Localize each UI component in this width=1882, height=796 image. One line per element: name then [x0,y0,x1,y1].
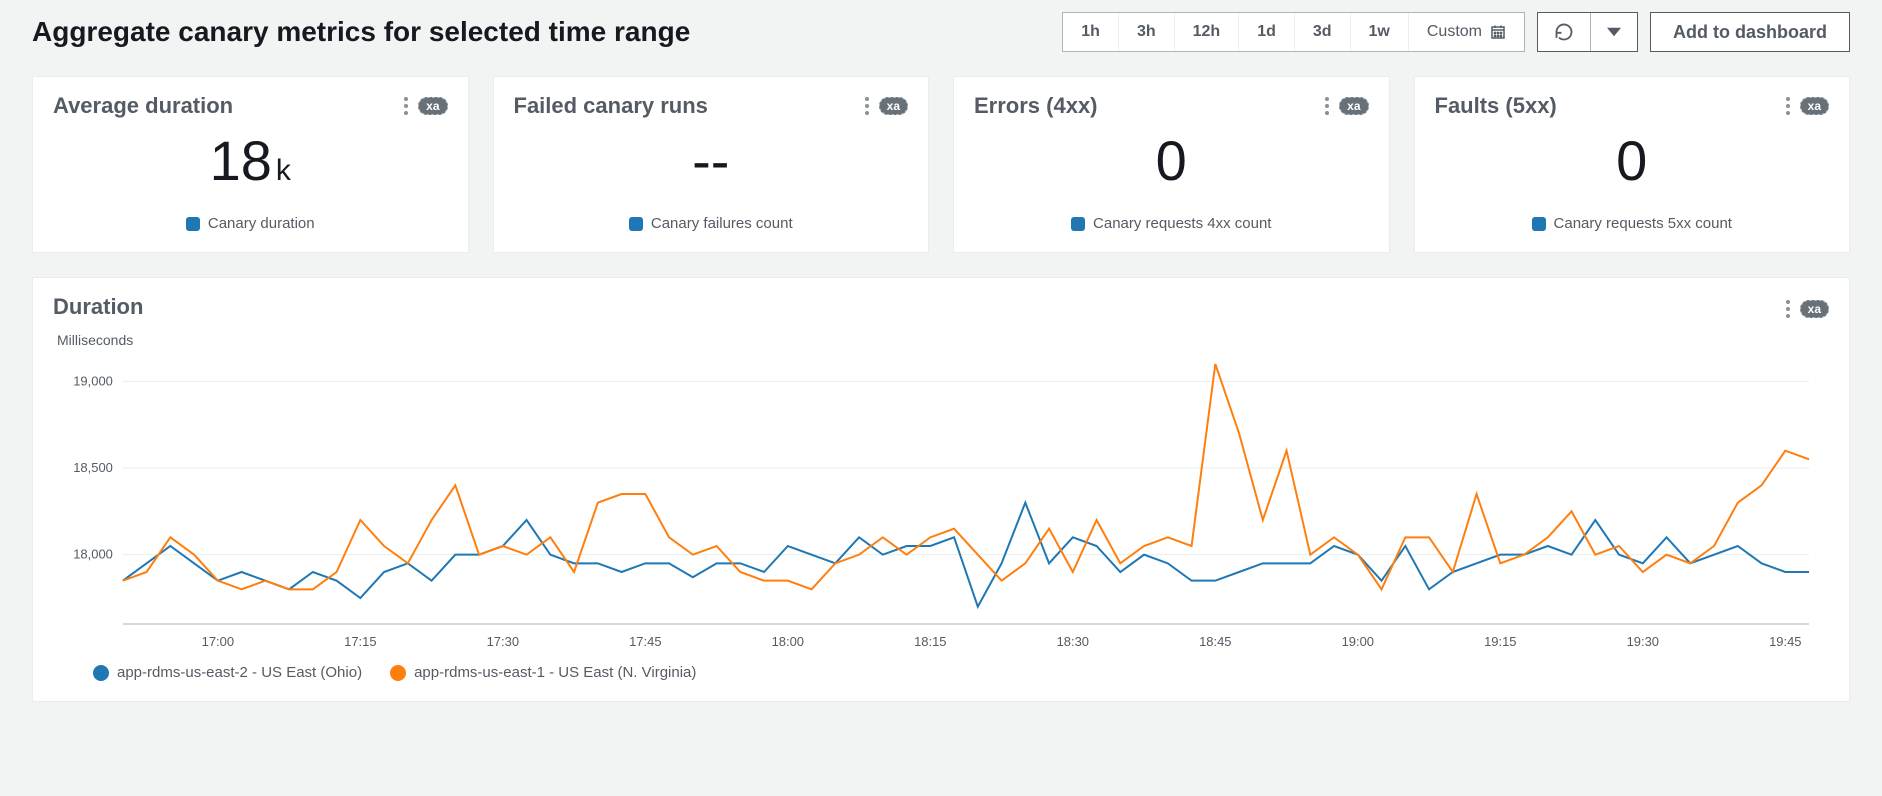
metric-card-0: Average duration xa 18k Canary duration [32,76,469,253]
xa-badge[interactable]: xa [418,97,447,115]
time-range-1d[interactable]: 1d [1239,13,1295,51]
refresh-dropdown-group [1537,12,1638,52]
svg-text:18,000: 18,000 [73,547,113,562]
chart-legend: app-rdms-us-east-2 - US East (Ohio) app-r… [93,664,1829,681]
panel-menu-button[interactable] [404,97,408,115]
legend-swatch-icon [1532,217,1546,231]
panel-menu-button[interactable] [1325,97,1329,115]
refresh-options-dropdown[interactable] [1590,13,1637,51]
metric-title: Average duration [53,93,233,119]
svg-text:18:45: 18:45 [1199,634,1231,649]
legend-swatch-icon [390,665,406,681]
metric-legend[interactable]: Canary requests 4xx count [974,215,1369,232]
xa-badge[interactable]: xa [1800,300,1829,318]
metric-title: Faults (5xx) [1435,93,1557,119]
panel-menu-button[interactable] [1786,300,1790,318]
svg-text:17:45: 17:45 [629,634,661,649]
svg-text:17:15: 17:15 [344,634,376,649]
svg-text:18:15: 18:15 [914,634,946,649]
time-range-1h[interactable]: 1h [1063,13,1119,51]
metric-value: 0 [974,133,1369,189]
legend-series-label: app-rdms-us-east-1 - US East (N. Virgini… [414,664,696,681]
legend-label: Canary duration [208,215,315,232]
legend-series-label: app-rdms-us-east-2 - US East (Ohio) [117,664,362,681]
refresh-button[interactable] [1538,13,1590,51]
metric-legend[interactable]: Canary duration [53,215,448,232]
refresh-icon [1554,22,1574,42]
legend-swatch-icon [186,217,200,231]
header-controls: 1h3h12h1d3d1w Custom Add to dashboard [1062,12,1850,52]
legend-item[interactable]: app-rdms-us-east-1 - US East (N. Virgini… [390,664,696,681]
svg-text:18:00: 18:00 [772,634,804,649]
caret-down-icon [1607,25,1621,39]
metric-value: 18k [53,133,448,189]
metric-unit: k [276,154,291,187]
svg-text:17:00: 17:00 [202,634,234,649]
metric-legend[interactable]: Canary failures count [514,215,909,232]
panel-menu-button[interactable] [1786,97,1790,115]
xa-badge[interactable]: xa [879,97,908,115]
duration-chart: 18,000 18,500 19,000 17:00 17:15 17:30 17:45 18… [53,354,1829,654]
time-range-3d[interactable]: 3d [1295,13,1351,51]
metric-card-3: Faults (5xx) xa 0 Canary requests 5xx count [1414,76,1851,253]
svg-text:19:30: 19:30 [1627,634,1659,649]
page-title: Aggregate canary metrics for selected ti… [32,16,690,48]
svg-text:19:45: 19:45 [1769,634,1801,649]
metric-cards-row: Average duration xa 18k Canary duration Fail… [32,76,1850,253]
metric-title: Failed canary runs [514,93,708,119]
legend-label: Canary requests 5xx count [1554,215,1732,232]
add-to-dashboard-button[interactable]: Add to dashboard [1650,12,1850,52]
metric-value: -- [514,133,909,189]
legend-swatch-icon [93,665,109,681]
duration-title: Duration [53,294,143,320]
legend-label: Canary requests 4xx count [1093,215,1271,232]
panel-menu-button[interactable] [865,97,869,115]
metric-value: 0 [1435,133,1830,189]
legend-swatch-icon [1071,217,1085,231]
xa-badge[interactable]: xa [1800,97,1829,115]
time-range-1w[interactable]: 1w [1351,13,1409,51]
xa-badge[interactable]: xa [1339,97,1368,115]
calendar-icon [1490,24,1506,40]
svg-text:18,500: 18,500 [73,460,113,475]
legend-item[interactable]: app-rdms-us-east-2 - US East (Ohio) [93,664,362,681]
metric-card-2: Errors (4xx) xa 0 Canary requests 4xx count [953,76,1390,253]
svg-text:18:30: 18:30 [1057,634,1089,649]
custom-label: Custom [1427,23,1482,41]
metric-title: Errors (4xx) [974,93,1098,119]
legend-swatch-icon [629,217,643,231]
duration-chart-panel: Duration xa Milliseconds 18,000 18,500 19,… [32,277,1850,702]
time-range-custom[interactable]: Custom [1409,13,1524,51]
time-range-group: 1h3h12h1d3d1w Custom [1062,12,1525,52]
metric-card-1: Failed canary runs xa -- Canary failures co… [493,76,930,253]
metric-legend[interactable]: Canary requests 5xx count [1435,215,1830,232]
chart-ylabel: Milliseconds [57,332,1829,348]
svg-text:19,000: 19,000 [73,373,113,388]
svg-text:17:30: 17:30 [487,634,519,649]
svg-text:19:15: 19:15 [1484,634,1516,649]
svg-text:19:00: 19:00 [1342,634,1374,649]
time-range-3h[interactable]: 3h [1119,13,1175,51]
time-range-12h[interactable]: 12h [1175,13,1240,51]
legend-label: Canary failures count [651,215,793,232]
